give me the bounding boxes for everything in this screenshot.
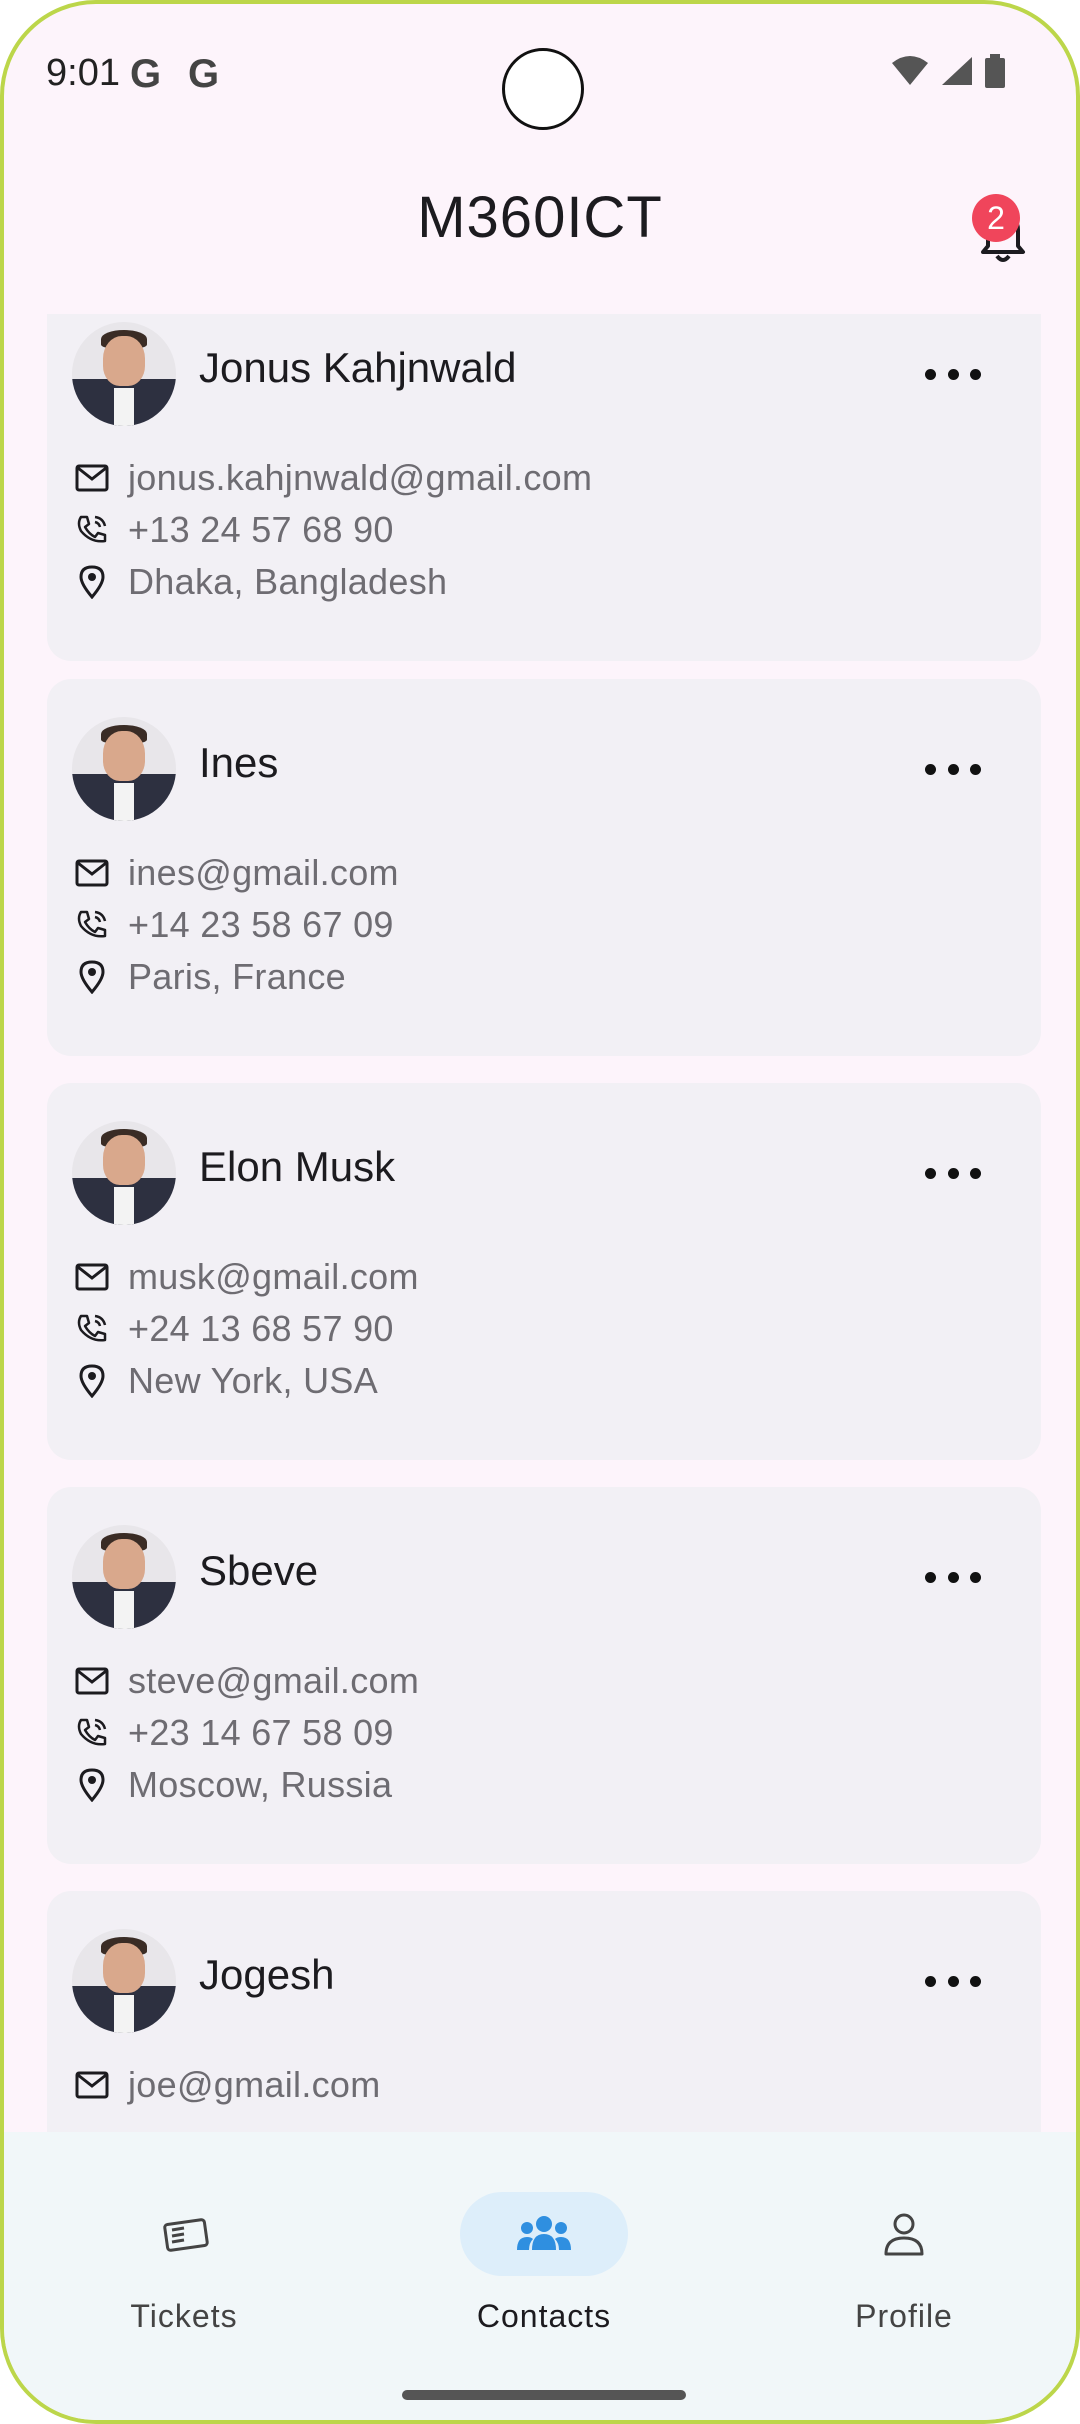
location-row: Paris, France xyxy=(74,954,346,1000)
wifi-icon xyxy=(892,56,928,85)
location-row: New York, USA xyxy=(74,1358,378,1404)
app-bar: M360ICT 2 xyxy=(4,154,1076,294)
email-row: ines@gmail.com xyxy=(74,850,399,896)
more-options-button[interactable] xyxy=(925,354,981,394)
camera-cutout xyxy=(502,48,584,130)
nav-icon-container xyxy=(820,2192,988,2276)
contact-name: Sbeve xyxy=(199,1547,319,1594)
contact-phone: +14 23 58 67 09 xyxy=(128,904,394,945)
contact-phone: +23 14 67 58 09 xyxy=(128,1712,394,1753)
notification-badge: 2 xyxy=(972,194,1020,242)
avatar xyxy=(72,322,176,426)
phone-screen: 9:01 G G M360ICT 2 Jonus Kahjnwald jonus… xyxy=(0,0,1080,2424)
location-pin-icon xyxy=(74,1767,110,1803)
nav-label: Tickets xyxy=(130,2298,238,2334)
email-row: steve@gmail.com xyxy=(74,1658,419,1704)
mail-icon xyxy=(74,2067,110,2103)
person-icon xyxy=(884,2213,924,2256)
location-pin-icon xyxy=(74,959,110,995)
status-bar: 9:01 G G xyxy=(4,4,1076,144)
contact-email: steve@gmail.com xyxy=(128,1660,420,1701)
location-row: Moscow, Russia xyxy=(74,1762,392,1808)
bottom-navigation: Tickets Contacts Profile xyxy=(4,2132,1076,2420)
location-row: Dhaka, Bangladesh xyxy=(74,559,447,605)
more-options-button[interactable] xyxy=(925,1961,981,2001)
phone-call-icon xyxy=(74,512,110,548)
nav-label: Contacts xyxy=(476,2298,612,2334)
avatar xyxy=(72,1525,176,1629)
email-row: jonus.kahjnwald@gmail.com xyxy=(74,455,592,501)
contact-name: Elon Musk xyxy=(199,1143,396,1190)
email-row: musk@gmail.com xyxy=(74,1254,419,1300)
google-icon: G xyxy=(130,52,162,96)
mail-icon xyxy=(74,1259,110,1295)
email-row: joe@gmail.com xyxy=(74,2062,381,2108)
location-pin-icon xyxy=(74,1363,110,1399)
contact-card[interactable]: Sbeve steve@gmail.com +23 14 67 58 09 Mo… xyxy=(47,1487,1041,1864)
group-icon xyxy=(517,2216,571,2250)
phone-row: +24 13 68 57 90 xyxy=(74,1306,394,1352)
google-icon: G xyxy=(188,52,220,96)
phone-call-icon xyxy=(74,1715,110,1751)
mail-icon xyxy=(74,1663,110,1699)
status-icons xyxy=(890,54,1006,88)
home-indicator[interactable] xyxy=(402,2390,686,2400)
contact-name: Jogesh xyxy=(199,1951,335,1998)
more-options-button[interactable] xyxy=(925,749,981,789)
page-title: M360ICT xyxy=(417,185,663,250)
phone-row: +13 24 57 68 90 xyxy=(74,507,394,553)
mail-icon xyxy=(74,460,110,496)
phone-row: +23 14 67 58 09 xyxy=(74,1710,394,1756)
avatar xyxy=(72,717,176,821)
contact-name: Jonus Kahjnwald xyxy=(199,344,517,391)
avatar xyxy=(72,1121,176,1225)
phone-row: +14 23 58 67 09 xyxy=(74,902,394,948)
contact-phone: +13 24 57 68 90 xyxy=(128,509,394,550)
nav-icon-container xyxy=(100,2192,268,2276)
contact-name: Ines xyxy=(199,739,279,786)
contact-email: joe@gmail.com xyxy=(128,2064,381,2105)
contact-list[interactable]: Jonus Kahjnwald jonus.kahjnwald@gmail.co… xyxy=(4,314,1076,2132)
nav-label: Profile xyxy=(855,2298,953,2334)
more-options-button[interactable] xyxy=(925,1153,981,1193)
contact-email: jonus.kahjnwald@gmail.com xyxy=(128,457,593,498)
contact-card[interactable]: Elon Musk musk@gmail.com +24 13 68 57 90… xyxy=(47,1083,1041,1460)
contact-email: ines@gmail.com xyxy=(128,852,399,893)
contact-location: Dhaka, Bangladesh xyxy=(128,561,448,602)
notification-button[interactable]: 2 xyxy=(968,190,1038,262)
ticket-icon xyxy=(163,2218,209,2252)
phone-call-icon xyxy=(74,907,110,943)
contact-card[interactable]: Jogesh joe@gmail.com xyxy=(47,1891,1041,2132)
status-time: 9:01 xyxy=(46,52,120,94)
nav-item-profile[interactable]: Profile xyxy=(784,2192,1024,2335)
nav-icon-container xyxy=(460,2192,628,2276)
mail-icon xyxy=(74,855,110,891)
contact-email: musk@gmail.com xyxy=(128,1256,419,1297)
phone-call-icon xyxy=(74,1311,110,1347)
location-pin-icon xyxy=(74,564,110,600)
contact-card[interactable]: Jonus Kahjnwald jonus.kahjnwald@gmail.co… xyxy=(47,314,1041,661)
nav-item-contacts[interactable]: Contacts xyxy=(424,2192,664,2335)
contact-location: Moscow, Russia xyxy=(128,1764,393,1805)
more-options-button[interactable] xyxy=(925,1557,981,1597)
battery-icon xyxy=(985,54,1005,88)
contact-location: New York, USA xyxy=(128,1360,379,1401)
contact-phone: +24 13 68 57 90 xyxy=(128,1308,394,1349)
contact-card[interactable]: Ines ines@gmail.com +14 23 58 67 09 Pari… xyxy=(47,679,1041,1056)
nav-item-tickets[interactable]: Tickets xyxy=(64,2192,304,2335)
signal-icon xyxy=(942,57,972,85)
contact-location: Paris, France xyxy=(128,956,346,997)
avatar xyxy=(72,1929,176,2033)
